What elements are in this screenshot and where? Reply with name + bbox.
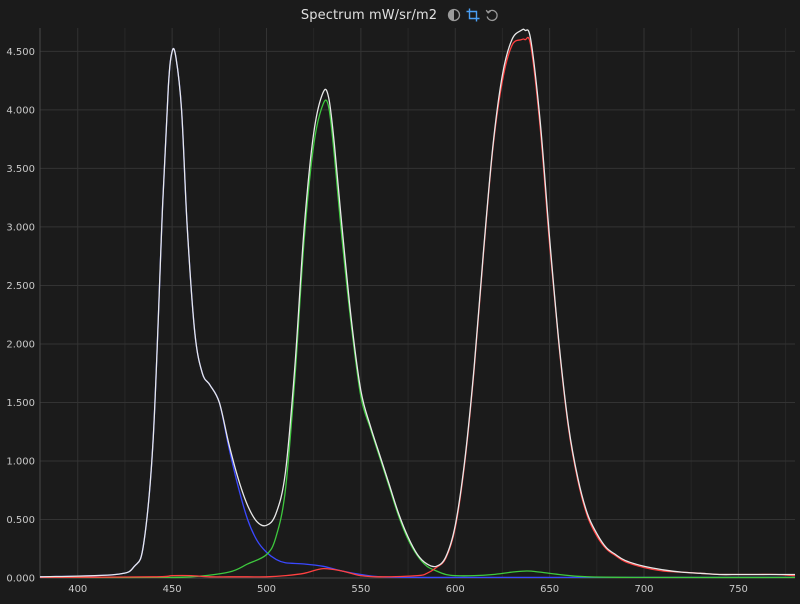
- blue-series-line: [39, 47, 795, 579]
- x-tick-label: 550: [351, 584, 370, 595]
- x-tick-label: 600: [446, 584, 465, 595]
- x-tick-label: 700: [634, 584, 653, 595]
- x-tick-label: 450: [163, 584, 182, 595]
- total-series-line: [39, 28, 795, 578]
- y-tick-label: 3.000: [6, 222, 35, 233]
- x-tick-label: 500: [257, 584, 276, 595]
- series-layer: [39, 28, 796, 579]
- x-tick-label: 750: [729, 584, 748, 595]
- y-tick-label: 3.500: [6, 164, 35, 175]
- green-series-line: [39, 99, 796, 579]
- y-tick-label: 1.000: [6, 456, 35, 467]
- y-tick-label: 2.000: [6, 339, 35, 350]
- y-tick-label: 0.000: [6, 574, 35, 585]
- x-tick-label: 400: [68, 584, 87, 595]
- y-tick-label: 1.500: [6, 398, 35, 409]
- y-tick-label: 0.500: [6, 515, 35, 526]
- red-series-line: [39, 36, 796, 579]
- y-tick-label: 2.500: [6, 281, 35, 292]
- y-tick-label: 4.500: [6, 47, 35, 58]
- spectrum-chart[interactable]: 0.000 0.500 1.000 1.500 2.000 2.500 3.000 3.500…: [0, 0, 800, 604]
- grid: [40, 28, 795, 578]
- y-tick-label: 4.000: [6, 105, 35, 116]
- x-tick-label: 650: [540, 584, 559, 595]
